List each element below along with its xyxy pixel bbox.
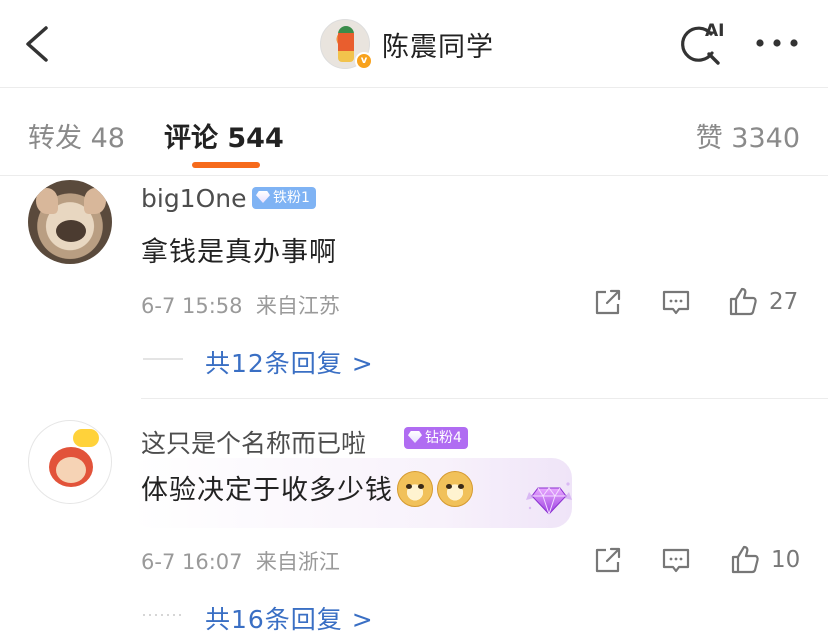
comment-text-content: 体验决定于收多少钱	[141, 475, 393, 506]
view-replies-link[interactable]: 共12条回复 >	[205, 344, 374, 380]
comment-button[interactable]	[660, 282, 692, 322]
back-icon[interactable]	[18, 22, 58, 66]
like-button[interactable]: 27	[727, 282, 798, 322]
tab-likes[interactable]: 赞 3340	[696, 116, 800, 155]
repost-icon	[595, 289, 621, 315]
verified-badge-icon: v	[355, 52, 373, 70]
tab-comments[interactable]: 评论 544	[164, 116, 284, 155]
fan-badge-label: 钻粉4	[425, 430, 462, 446]
more-icon[interactable]	[754, 30, 800, 56]
author-name: 陈震同学	[382, 31, 494, 63]
comment-time: 6-7 16:07	[141, 550, 243, 574]
post-author[interactable]: v 陈震同学	[320, 18, 494, 70]
doge-emoji	[397, 471, 433, 507]
like-count: 27	[769, 289, 799, 315]
view-replies-link[interactable]: 共16条回复 >	[205, 600, 374, 632]
comment-time: 6-7 15:58	[141, 294, 243, 318]
like-button[interactable]: 10	[729, 540, 800, 580]
avatar[interactable]	[28, 420, 112, 504]
avatar-bubble	[73, 429, 99, 447]
tab-reposts[interactable]: 转发 48	[28, 116, 125, 155]
comment-meta: 6-7 15:58 来自江苏	[141, 290, 340, 320]
doge-emoji	[437, 471, 473, 507]
comment-item: 这只是个名称而已啦 钻粉4 体验决定于收多少钱 6-7 16:07 来自浙江 1…	[0, 400, 828, 632]
comment-location: 来自浙江	[255, 550, 340, 574]
comment-username[interactable]: big1One	[141, 184, 247, 213]
avatar-figure	[338, 26, 354, 62]
repost-icon	[595, 547, 621, 573]
repost-button[interactable]	[592, 540, 624, 580]
reply-divider	[143, 358, 183, 360]
repost-button[interactable]	[592, 282, 624, 322]
like-icon	[731, 545, 759, 574]
badge-gem-icon	[256, 191, 270, 203]
fan-badge[interactable]: 铁粉1	[252, 187, 316, 209]
active-tab-indicator	[192, 162, 260, 168]
author-avatar[interactable]: v	[320, 19, 373, 70]
top-nav-bar: v 陈震同学 AI	[0, 0, 828, 88]
fan-badge-label: 铁粉1	[273, 190, 310, 206]
comment-username[interactable]: 这只是个名称而已啦	[141, 424, 366, 460]
diamond-icon	[526, 482, 572, 516]
comment-meta: 6-7 16:07 来自浙江	[141, 546, 340, 576]
like-count: 10	[771, 547, 801, 573]
avatar[interactable]	[28, 180, 112, 264]
avatar-face-inner	[56, 457, 86, 483]
fan-badge[interactable]: 钻粉4	[404, 427, 468, 449]
ai-search-icon[interactable]: AI	[676, 20, 728, 68]
comment-text: 拿钱是真办事啊	[141, 237, 337, 268]
comment-icon	[662, 290, 690, 315]
comment-button[interactable]	[660, 540, 692, 580]
avatar-ear	[84, 188, 106, 214]
post-tabs: 转发 48 评论 544 赞 3340	[0, 88, 828, 176]
comment-text: 体验决定于收多少钱	[141, 468, 473, 507]
comment-icon	[662, 548, 690, 573]
comment-item: big1One 铁粉1 拿钱是真办事啊 6-7 15:58 来自江苏 27 共1…	[0, 176, 828, 398]
comment-location: 来自江苏	[255, 294, 340, 318]
badge-gem-icon	[408, 431, 422, 443]
reply-divider	[143, 614, 183, 616]
avatar-ear	[36, 188, 58, 214]
ai-label: AI	[705, 21, 724, 41]
like-icon	[729, 287, 757, 316]
comment-separator	[141, 398, 828, 399]
avatar-snout	[56, 220, 86, 242]
